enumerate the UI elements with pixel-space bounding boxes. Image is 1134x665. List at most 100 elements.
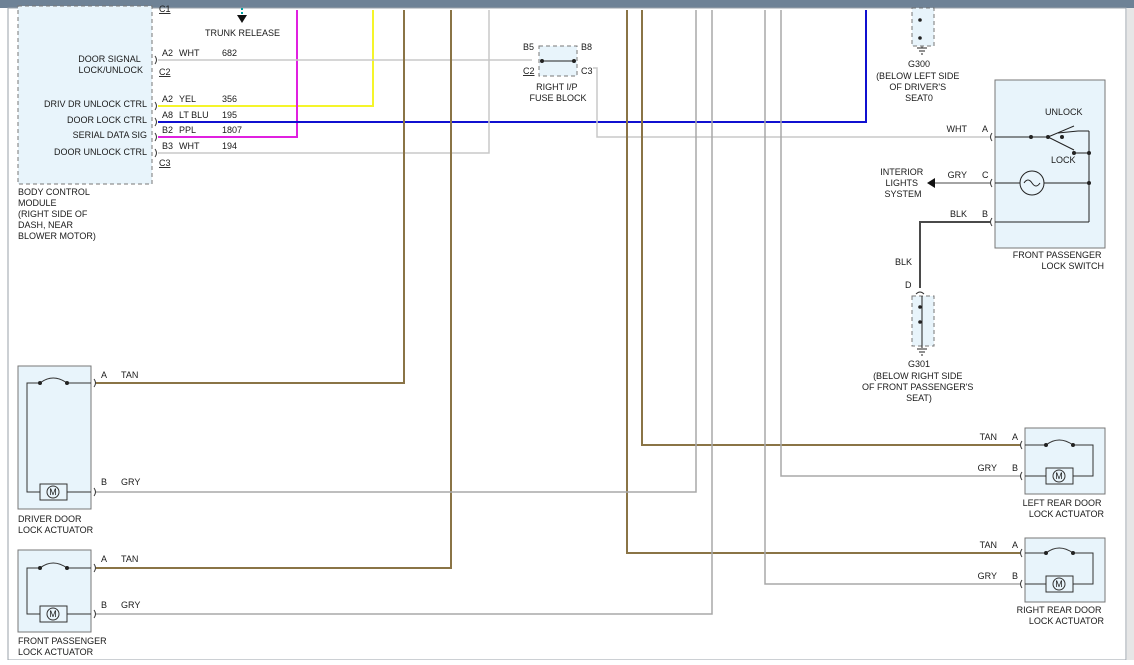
actuator-contact-left bbox=[1044, 443, 1048, 447]
g301-pin-mark bbox=[915, 291, 925, 295]
front-passenger-lock-actuator[interactable]: M A TAN B GRY FRONT PASSENGER LOCK ACTUA… bbox=[17, 549, 140, 657]
bcm-signal-label: DOOR SIGNAL LOCK/UNLOCK bbox=[78, 54, 143, 75]
bcm-name: BODY CONTROL MODULE (RIGHT SIDE OF DASH,… bbox=[18, 187, 96, 241]
switch-dot-3 bbox=[1060, 135, 1064, 139]
bcm-connector-c1: C1 bbox=[159, 4, 171, 14]
g301-wire-color: BLK bbox=[895, 257, 912, 267]
front-passenger-lock-switch[interactable]: UNLOCK LOCK WHT A GRY C BLK B FRONT PASS… bbox=[947, 79, 1106, 271]
right-rear-door-lock-actuator[interactable]: M TAN A GRY B RIGHT REAR DOOR LOCK ACTUA… bbox=[978, 537, 1106, 626]
g300-connector bbox=[911, 7, 935, 47]
actuator-pin-a: A bbox=[1012, 432, 1018, 442]
fuse-terminal-left bbox=[540, 59, 544, 63]
actuator-pin-b: B bbox=[1012, 571, 1018, 581]
left-rear-door-lock-actuator[interactable]: M TAN A GRY B LEFT REAR DOOR LOCK ACTUAT… bbox=[978, 427, 1106, 519]
actuator-pin-b: B bbox=[1012, 463, 1018, 473]
bcm-pin-circuit-1: 195 bbox=[222, 110, 237, 120]
driver-door-lock-actuator[interactable]: M A TAN B GRY DRIVER DOOR LOCK ACTUATOR bbox=[17, 365, 140, 535]
bcm-pin-circuit-2: 1807 bbox=[222, 125, 242, 135]
fuse-pin-c2: C2 bbox=[523, 66, 535, 76]
fuse-pin-b8: B8 bbox=[581, 42, 592, 52]
actuator-contact-left bbox=[38, 381, 42, 385]
bcm-pin-label-3: DOOR UNLOCK CTRL bbox=[54, 147, 147, 157]
bcm-pin-color-0: YEL bbox=[179, 94, 196, 104]
g301-pin: D bbox=[905, 280, 912, 290]
actuator-color-b: GRY bbox=[978, 571, 997, 581]
motor-icon-letter: M bbox=[1055, 579, 1063, 589]
actuator-contact-right bbox=[65, 381, 69, 385]
motor-icon-letter: M bbox=[1055, 471, 1063, 481]
actuator-contact-right bbox=[1071, 443, 1075, 447]
bcm-pin-id-2: B2 bbox=[162, 125, 173, 135]
lock-switch-pin-a: A bbox=[982, 124, 988, 134]
g300-location: (BELOW LEFT SIDE OF DRIVER'S SEAT0 bbox=[876, 71, 962, 103]
trunk-release-label: TRUNK RELEASE bbox=[205, 28, 280, 38]
bcm-pin-id-3: B3 bbox=[162, 141, 173, 151]
g300-dot-top bbox=[918, 18, 922, 22]
g301-id: G301 bbox=[908, 359, 930, 369]
bcm-pin-color-2: PPL bbox=[179, 125, 196, 135]
actuator-pin-a: A bbox=[1012, 540, 1018, 550]
bcm-signal-color: WHT bbox=[179, 48, 200, 58]
actuator-name: RIGHT REAR DOOR LOCK ACTUATOR bbox=[1017, 605, 1105, 626]
actuator-pin-marks bbox=[1020, 548, 1023, 589]
lock-switch-pin-c: C bbox=[982, 170, 989, 180]
fuse-pin-b5: B5 bbox=[523, 42, 534, 52]
actuator-name: DRIVER DOOR LOCK ACTUATOR bbox=[18, 514, 94, 535]
actuator-color-a: TAN bbox=[980, 432, 997, 442]
actuator-color-b: GRY bbox=[978, 463, 997, 473]
actuator-color-a: TAN bbox=[121, 554, 138, 564]
actuator-pin-a: A bbox=[101, 370, 107, 380]
wire-gray-right-rear bbox=[764, 10, 1020, 585]
bcm-pin-circuit-0: 356 bbox=[222, 94, 237, 104]
g301-dot-bottom bbox=[918, 320, 922, 324]
lock-switch-pin-c-color: GRY bbox=[948, 170, 967, 180]
switch-dot-1 bbox=[1029, 135, 1033, 139]
wire-gray-driver bbox=[96, 10, 697, 493]
lock-switch-pin-b-color: BLK bbox=[950, 209, 967, 219]
bcm-pin-label-2: SERIAL DATA SIG bbox=[73, 130, 147, 140]
actuator-pin-b: B bbox=[101, 477, 107, 487]
bcm-signal-pin: A2 bbox=[162, 48, 173, 58]
interior-lights-arrow-icon bbox=[927, 178, 935, 188]
g300-id: G300 bbox=[908, 59, 930, 69]
actuator-pin-b: B bbox=[101, 600, 107, 610]
actuator-contact-left bbox=[1044, 551, 1048, 555]
lock-switch-name: FRONT PASSENGER LOCK SWITCH bbox=[1013, 250, 1104, 271]
wiring-diagram-viewer: C1 DOOR SIGNAL LOCK/UNLOCK A2 WHT 682 C2… bbox=[0, 0, 1134, 661]
g301-connector bbox=[911, 295, 935, 347]
fuse-pin-c3: C3 bbox=[581, 66, 593, 76]
bcm-connector-c2: C2 bbox=[159, 67, 171, 77]
motor-icon-letter: M bbox=[49, 487, 57, 497]
bcm-signal-circuit: 682 bbox=[222, 48, 237, 58]
lock-switch-lock-label: LOCK bbox=[1051, 155, 1076, 165]
bcm-pin-label-1: DOOR LOCK CTRL bbox=[67, 115, 147, 125]
ground-g300[interactable]: G300 (BELOW LEFT SIDE OF DRIVER'S SEAT0 bbox=[876, 7, 962, 103]
actuator-color-a: TAN bbox=[121, 370, 138, 380]
interior-lights-label: INTERIOR LIGHTS SYSTEM bbox=[880, 167, 926, 199]
actuator-contact-right bbox=[65, 566, 69, 570]
switch-dot-2 bbox=[1046, 135, 1050, 139]
g301-location: (BELOW RIGHT SIDE OF FRONT PASSENGER'S S… bbox=[862, 371, 976, 403]
bcm-connector-c3: C3 bbox=[159, 158, 171, 168]
g300-ground-icon bbox=[917, 47, 927, 55]
door-lock-wiring-diagram: C1 DOOR SIGNAL LOCK/UNLOCK A2 WHT 682 C2… bbox=[0, 0, 1134, 661]
actuator-color-b: GRY bbox=[121, 600, 140, 610]
bcm-pin-color-3: WHT bbox=[179, 141, 200, 151]
bcm-pin-id-0: A2 bbox=[162, 94, 173, 104]
actuator-name: LEFT REAR DOOR LOCK ACTUATOR bbox=[1023, 498, 1105, 519]
g301-ground-icon bbox=[917, 348, 927, 356]
right-ip-fuse-block[interactable]: B5 B8 C2 C3 RIGHT I/P FUSE BLOCK bbox=[523, 42, 593, 103]
wire-black-ground bbox=[919, 221, 990, 288]
g300-dot-bottom bbox=[918, 36, 922, 40]
motor-icon-letter: M bbox=[49, 609, 57, 619]
bcm-pin-circuit-3: 194 bbox=[222, 141, 237, 151]
wire-yellow-356 bbox=[158, 10, 374, 107]
bcm-pin-label-0: DRIV DR UNLOCK CTRL bbox=[44, 99, 147, 109]
actuator-name: FRONT PASSENGER LOCK ACTUATOR bbox=[18, 636, 109, 657]
wire-tan-right-rear bbox=[626, 10, 1020, 554]
fuse-block-name: RIGHT I/P FUSE BLOCK bbox=[529, 82, 586, 103]
lock-switch-unlock-label: UNLOCK bbox=[1045, 107, 1083, 117]
actuator-contact-right bbox=[1071, 551, 1075, 555]
scrollbar-right[interactable] bbox=[1127, 8, 1134, 660]
switch-dot-6 bbox=[1087, 181, 1091, 185]
